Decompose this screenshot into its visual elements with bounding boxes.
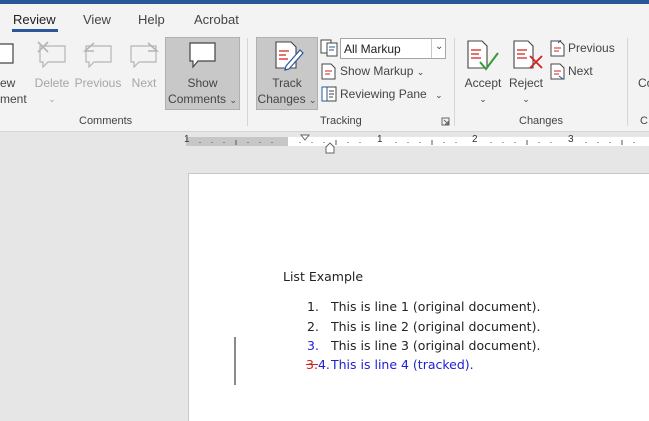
list-heading: List Example [283,269,364,284]
markup-select-value: All Markup [344,42,401,56]
hanging-indent-marker[interactable] [325,142,335,154]
show-markup-label: Show Markup [340,64,414,78]
track-changes-icon [275,41,304,71]
active-tab-indicator [12,29,58,32]
inserted-number: 4. [317,357,330,372]
first-line-indent-marker[interactable] [300,134,310,142]
delete-comment-icon [37,41,66,68]
group-separator [627,38,628,126]
previous-change-button[interactable]: Previous [568,41,615,55]
delete-label: Delete [34,76,70,90]
compare-group-label: C [640,115,648,127]
reviewing-pane-dropdown-icon: ⌄ [435,90,443,100]
ruler-ticks [199,140,635,145]
tracking-options-launcher-icon[interactable] [441,117,450,126]
markup-select-chevron-icon: ⌄ [435,41,444,52]
group-separator [247,38,248,126]
next-comment-button[interactable]: Next [128,75,160,91]
change-bar [234,337,236,385]
next-change-button[interactable]: Next [568,64,593,78]
tab-review[interactable]: Review [13,12,56,27]
list-item-4-text: This is line 4 (tracked). [331,357,474,372]
show-comments-label-1: Show [187,76,218,90]
track-changes-label-2: Changes ⌄ [257,92,317,106]
reviewing-pane-icon [321,86,337,102]
accept-dropdown-icon: ⌄ [479,94,487,104]
list-item-4-number: 3.4. [306,357,330,372]
previous-comment-icon [82,42,112,68]
track-changes-dropdown-icon: ⌄ [308,95,317,105]
accept-icon [467,40,499,71]
group-separator [454,38,455,126]
show-comments-dropdown-icon: ⌄ [229,95,237,105]
reject-icon [513,40,543,69]
next-change-icon [550,63,565,80]
tab-help[interactable]: Help [138,12,165,27]
show-markup-icon [321,63,336,80]
track-changes-button[interactable]: Track Changes ⌄ [256,37,318,110]
next-comment-icon [130,42,160,68]
deleted-number: 3. [306,357,318,372]
previous-comment-button[interactable]: Previous [74,75,122,91]
tab-acrobat[interactable]: Acrobat [194,12,239,27]
document-page[interactable] [188,173,649,421]
tab-view[interactable]: View [83,12,111,27]
delete-comment-button[interactable]: Delete ⌄ [33,75,71,107]
list-item-3-number: 3. [307,338,319,353]
show-comments-label-2: Comments ⌄ [168,92,237,106]
list-item-2-number: 2. [307,319,319,334]
tracking-group-label: Tracking [320,115,362,127]
list-item-3-text: This is line 3 (original document). [331,338,541,353]
previous-change-icon [550,40,565,57]
new-comment-button[interactable]: ew ment [0,75,27,107]
list-item-1-text: This is line 1 (original document). [331,299,541,314]
horizontal-ruler[interactable]: 1 1 2 3 [0,132,649,154]
markup-select-divider [431,39,432,58]
show-markup-dropdown-icon: ⌄ [416,67,425,77]
show-comments-button[interactable]: Show Comments ⌄ [165,37,240,110]
reject-label: Reject [508,76,543,90]
new-comment-label-1: ew [0,76,16,90]
new-comment-icon [0,43,14,64]
show-markup-button[interactable]: Show Markup ⌄ [340,64,424,78]
accept-label: Accept [464,76,502,90]
comments-group-label: Comments [79,115,133,127]
list-item-1-number: 1. [307,299,319,314]
ribbon-tab-bar: Review View Help Acrobat [0,4,649,34]
show-comments-icon [189,42,216,69]
track-changes-label-1: Track [272,76,302,90]
changes-group-label: Changes [519,115,564,127]
reviewing-pane-label: Reviewing Pane [340,87,427,101]
reject-button[interactable]: Reject ⌄ [507,75,545,107]
compare-button[interactable]: Co [638,75,649,91]
list-item-2-text: This is line 2 (original document). [331,319,541,334]
ribbon: ew ment Delete ⌄ Previous Next Show Comm… [0,34,649,132]
delete-dropdown-icon: ⌄ [48,94,56,104]
display-for-review-icon [320,39,338,57]
accept-button[interactable]: Accept ⌄ [460,75,506,107]
reviewing-pane-button[interactable]: Reviewing Pane ⌄ [340,87,443,101]
reject-dropdown-icon: ⌄ [522,94,530,104]
new-comment-label-2: ment [0,92,27,106]
markup-select[interactable]: All Markup ⌄ [340,38,446,59]
